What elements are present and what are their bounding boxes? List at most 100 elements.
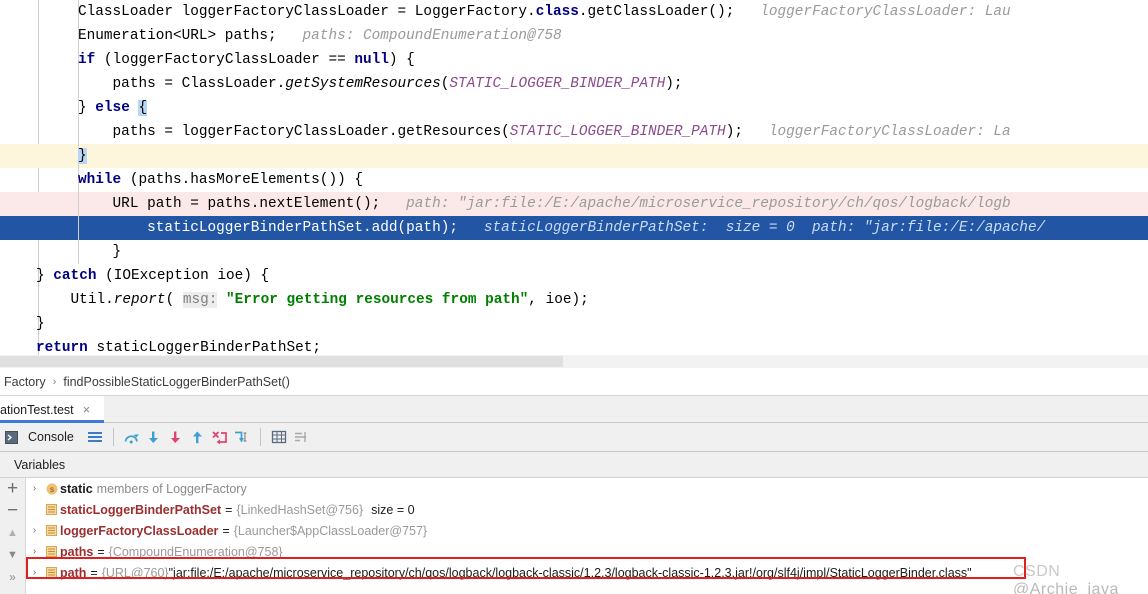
close-icon[interactable]: ×: [83, 402, 91, 417]
equals-sign: =: [97, 544, 105, 559]
scrollbar-thumb[interactable]: [0, 356, 563, 367]
equals-sign: =: [90, 565, 98, 580]
row-path[interactable]: › path = {URL@760} "jar:file:/E:/apache/mic…: [26, 562, 1148, 583]
line-while-text: while (paths.hasMoreElements()) {: [78, 172, 363, 188]
static-members-label: members of LoggerFactory: [96, 481, 247, 496]
variables-panel: + − ▲ ▼ » › s static members of LoggerFacto…: [0, 478, 1148, 594]
line-while[interactable]: while (paths.hasMoreElements()) {: [0, 168, 1148, 192]
variables-tab-header: Variables: [0, 452, 1148, 478]
line-enumeration[interactable]: Enumeration<URL> paths; paths: CompoundE…: [0, 24, 1148, 48]
equals-sign: =: [225, 502, 233, 517]
breadcrumb-class[interactable]: Factory: [0, 375, 50, 389]
line-if[interactable]: if (loggerFactoryClassLoader == null) {: [0, 48, 1148, 72]
tab-label: ationTest.test: [0, 402, 74, 417]
console-label: Console: [28, 430, 74, 444]
list-view-icon[interactable]: [84, 426, 106, 448]
line-close-else[interactable]: }: [0, 144, 1148, 168]
field-icon: [43, 567, 60, 578]
add-watch-icon[interactable]: +: [0, 478, 25, 500]
line-add-path[interactable]: staticLoggerBinderPathSet.add(path); sta…: [0, 216, 1148, 240]
line-close-else-text: }: [78, 148, 87, 164]
line-close-while[interactable]: }: [0, 240, 1148, 264]
variables-tab-label[interactable]: Variables: [0, 458, 65, 472]
line-classloader[interactable]: ClassLoader loggerFactoryClassLoader = L…: [0, 0, 1148, 24]
field-icon: [43, 525, 60, 536]
line-util-report-text: Util.report( msg: "Error getting resourc…: [36, 292, 589, 308]
variable-size: size = 0: [371, 502, 415, 517]
line-classloader-text: ClassLoader loggerFactoryClassLoader = L…: [78, 4, 1011, 20]
line-close-while-text: }: [78, 244, 122, 260]
debugger-toolbar: Console: [0, 423, 1148, 452]
variables-tree[interactable]: › s static members of LoggerFactory staticLo…: [26, 478, 1148, 583]
drop-frame-icon[interactable]: [209, 426, 231, 448]
step-into-icon[interactable]: [143, 426, 165, 448]
line-url-path-text: URL path = paths.nextElement(); path: "j…: [78, 196, 1011, 212]
variable-value: "jar:file:/E:/apache/microservice_reposi…: [168, 565, 972, 580]
field-icon: [43, 504, 60, 515]
code-lines-container: ClassLoader loggerFactoryClassLoader = L…: [0, 0, 1148, 355]
line-catch[interactable]: } catch (IOException ioe) {: [0, 264, 1148, 288]
line-close-catch-text: }: [36, 316, 45, 332]
line-close-catch[interactable]: }: [0, 312, 1148, 336]
line-enumeration-text: Enumeration<URL> paths; paths: CompoundE…: [78, 28, 562, 44]
watermark: CSDN @Archie_java: [1013, 563, 1148, 594]
svg-text:s: s: [50, 485, 54, 494]
variables-side-toolbar: + − ▲ ▼ »: [0, 478, 25, 594]
row-paths[interactable]: › paths = {CompoundEnumeration@758}: [26, 541, 1148, 562]
breadcrumb-method[interactable]: findPossibleStaticLoggerBinderPathSet(): [59, 375, 294, 389]
line-url-path[interactable]: URL path = paths.nextElement(); path: "j…: [0, 192, 1148, 216]
line-else[interactable]: } else {: [0, 96, 1148, 120]
breadcrumb-separator-icon: ›: [52, 375, 57, 388]
evaluate-expression-icon[interactable]: [268, 426, 290, 448]
remove-watch-icon[interactable]: −: [0, 500, 25, 522]
breadcrumb: Factory › findPossibleStaticLoggerBinder…: [0, 368, 1148, 396]
variable-reference: {URL@760}: [101, 565, 169, 580]
expand-arrow-icon[interactable]: ›: [26, 546, 43, 557]
row-staticLoggerBinderPathSet[interactable]: staticLoggerBinderPathSet = {LinkedHashSet…: [26, 499, 1148, 520]
static-label: static: [60, 481, 93, 496]
intellij-debugger-window: ClassLoader loggerFactoryClassLoader = L…: [0, 0, 1148, 594]
run-tab-bar: ationTest.test ×: [0, 396, 1148, 423]
expand-arrow-icon[interactable]: ›: [26, 483, 43, 494]
row-loggerFactoryClassLoader[interactable]: › loggerFactoryClassLoader = {Launcher$AppC…: [26, 520, 1148, 541]
console-toggle-icon: [0, 426, 22, 448]
variable-name: path: [60, 565, 87, 580]
move-up-icon[interactable]: ▲: [0, 522, 25, 544]
expand-more-icon[interactable]: »: [0, 566, 25, 588]
row-static-members[interactable]: › s static members of LoggerFactory: [26, 478, 1148, 499]
mute-breakpoints-icon[interactable]: [290, 426, 312, 448]
tab-ationtest-test[interactable]: ationTest.test ×: [0, 396, 104, 423]
variable-reference: {CompoundEnumeration@758}: [108, 544, 283, 559]
editor-horizontal-scrollbar[interactable]: [0, 355, 1148, 368]
static-badge-icon: s: [43, 483, 60, 495]
force-step-into-icon[interactable]: [165, 426, 187, 448]
move-down-icon[interactable]: ▼: [0, 544, 25, 566]
run-to-cursor-icon[interactable]: [231, 426, 253, 448]
line-return-text: return staticLoggerBinderPathSet;: [36, 340, 321, 355]
line-if-text: if (loggerFactoryClassLoader == null) {: [78, 52, 415, 68]
equals-sign: =: [222, 523, 230, 538]
line-paths-system[interactable]: paths = ClassLoader.getSystemResources(S…: [0, 72, 1148, 96]
step-over-icon[interactable]: [121, 426, 143, 448]
expand-arrow-icon[interactable]: ›: [26, 567, 43, 578]
toolbar-divider-1: [112, 428, 114, 446]
variable-name: staticLoggerBinderPathSet: [60, 502, 222, 517]
step-out-icon[interactable]: [187, 426, 209, 448]
line-util-report[interactable]: Util.report( msg: "Error getting resourc…: [0, 288, 1148, 312]
watermark-handle: @Archie_java: [1013, 581, 1119, 594]
toolbar-divider-2: [259, 428, 261, 446]
code-editor[interactable]: ClassLoader loggerFactoryClassLoader = L…: [0, 0, 1148, 355]
line-else-text: } else {: [78, 100, 148, 116]
variable-name: loggerFactoryClassLoader: [60, 523, 219, 538]
field-icon: [43, 546, 60, 557]
line-return[interactable]: return staticLoggerBinderPathSet;: [0, 336, 1148, 355]
line-add-path-text: staticLoggerBinderPathSet.add(path); sta…: [78, 220, 1046, 236]
expand-arrow-icon[interactable]: ›: [26, 525, 43, 536]
line-paths-resources[interactable]: paths = loggerFactoryClassLoader.getReso…: [0, 120, 1148, 144]
variable-name: paths: [60, 544, 94, 559]
line-catch-text: } catch (IOException ioe) {: [36, 268, 270, 284]
variable-reference: {LinkedHashSet@756}: [236, 502, 364, 517]
line-paths-system-text: paths = ClassLoader.getSystemResources(S…: [78, 76, 683, 92]
console-toggle-button[interactable]: Console: [0, 426, 84, 448]
variable-reference: {Launcher$AppClassLoader@757}: [233, 523, 428, 538]
